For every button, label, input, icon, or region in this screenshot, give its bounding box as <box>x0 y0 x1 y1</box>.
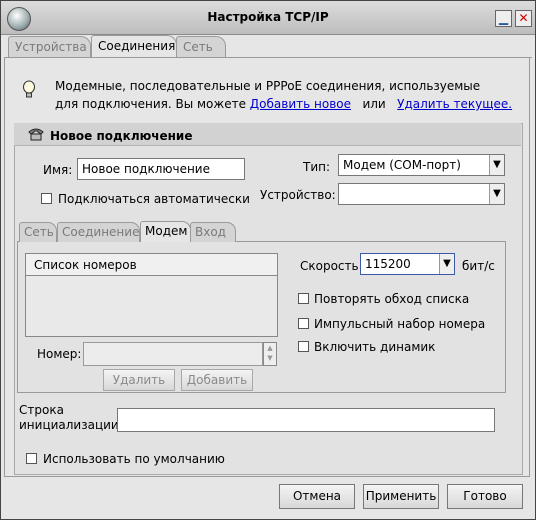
remove-current-link[interactable]: Удалить текущее. <box>397 97 512 111</box>
type-value: Модем (COM-порт) <box>343 158 461 172</box>
info-line-2: для подключения. Вы можете Добавить ново… <box>55 95 512 113</box>
repeat-list-checkbox[interactable] <box>298 293 309 304</box>
device-select[interactable]: ▼ <box>338 183 505 205</box>
subtab-connection[interactable]: Соединение <box>57 222 140 242</box>
phone-numbers-header: Список номеров <box>26 254 277 276</box>
tab-network[interactable]: Сеть <box>176 36 226 57</box>
delete-button[interactable]: Удалить <box>103 369 175 391</box>
close-button[interactable]: ✕ <box>515 10 532 27</box>
add-button[interactable]: Добавить <box>181 369 253 391</box>
speed-value: 115200 <box>365 257 411 271</box>
phone-icon <box>28 127 44 145</box>
info-text: Модемные, последовательные и PPPoE соеди… <box>55 77 512 113</box>
number-spinner[interactable]: ▲ ▼ <box>263 342 277 366</box>
lightbulb-icon <box>22 80 36 100</box>
title-bar: Настройка TCP/IP ▁ ✕ <box>1 1 535 35</box>
pulse-dial-checkbox[interactable] <box>298 318 309 329</box>
subtab-network[interactable]: Сеть <box>19 222 57 242</box>
connection-title: Новое подключение <box>50 129 193 143</box>
subtab-login[interactable]: Вход <box>190 222 236 242</box>
init-string-label-1: Строка <box>19 403 64 417</box>
name-label: Имя: <box>43 163 73 177</box>
info-or: или <box>362 97 386 111</box>
use-default-label: Использовать по умолчанию <box>43 452 225 466</box>
minimize-button[interactable]: ▁ <box>495 10 512 27</box>
cancel-button[interactable]: Отмена <box>279 484 355 509</box>
speed-label: Скорость: <box>300 259 363 273</box>
tab-devices[interactable]: Устройства <box>8 36 91 57</box>
repeat-list-label: Повторять обход списка <box>314 292 470 306</box>
number-label: Номер: <box>37 347 82 361</box>
phone-numbers-list[interactable]: Список номеров <box>25 253 278 337</box>
use-default-checkbox[interactable] <box>26 453 37 464</box>
speed-unit: бит/с <box>462 259 495 273</box>
speed-select[interactable]: 115200 ▼ <box>360 253 455 275</box>
type-label: Тип: <box>303 160 331 174</box>
done-button[interactable]: Готово <box>447 484 523 509</box>
name-field[interactable]: Новое подключение <box>77 158 245 180</box>
apply-button[interactable]: Применить <box>363 484 439 509</box>
number-field[interactable] <box>83 342 263 366</box>
window-title: Настройка TCP/IP <box>207 10 329 24</box>
auto-connect-checkbox[interactable] <box>41 193 52 204</box>
info-line-1: Модемные, последовательные и PPPoE соеди… <box>55 79 481 93</box>
subtab-modem[interactable]: Модем <box>140 221 191 242</box>
init-string-label-2: инициализации: <box>19 418 123 432</box>
info-line-2-prefix: для подключения. Вы можете <box>55 97 246 111</box>
device-label: Устройство: <box>260 188 336 202</box>
type-select[interactable]: Модем (COM-порт) ▼ <box>338 154 505 176</box>
auto-connect-label: Подключаться автоматически <box>58 192 250 206</box>
chevron-down-icon: ▼ <box>439 254 454 274</box>
tab-connections[interactable]: Соединения <box>91 35 177 57</box>
init-string-field[interactable] <box>117 408 495 432</box>
speaker-checkbox[interactable] <box>298 341 309 352</box>
speaker-label: Включить динамик <box>314 340 436 354</box>
chevron-down-icon: ▼ <box>489 155 504 175</box>
add-new-link[interactable]: Добавить новое <box>250 97 351 111</box>
chevron-down-icon: ▼ <box>489 184 504 204</box>
pulse-dial-label: Импульсный набор номера <box>314 317 486 331</box>
